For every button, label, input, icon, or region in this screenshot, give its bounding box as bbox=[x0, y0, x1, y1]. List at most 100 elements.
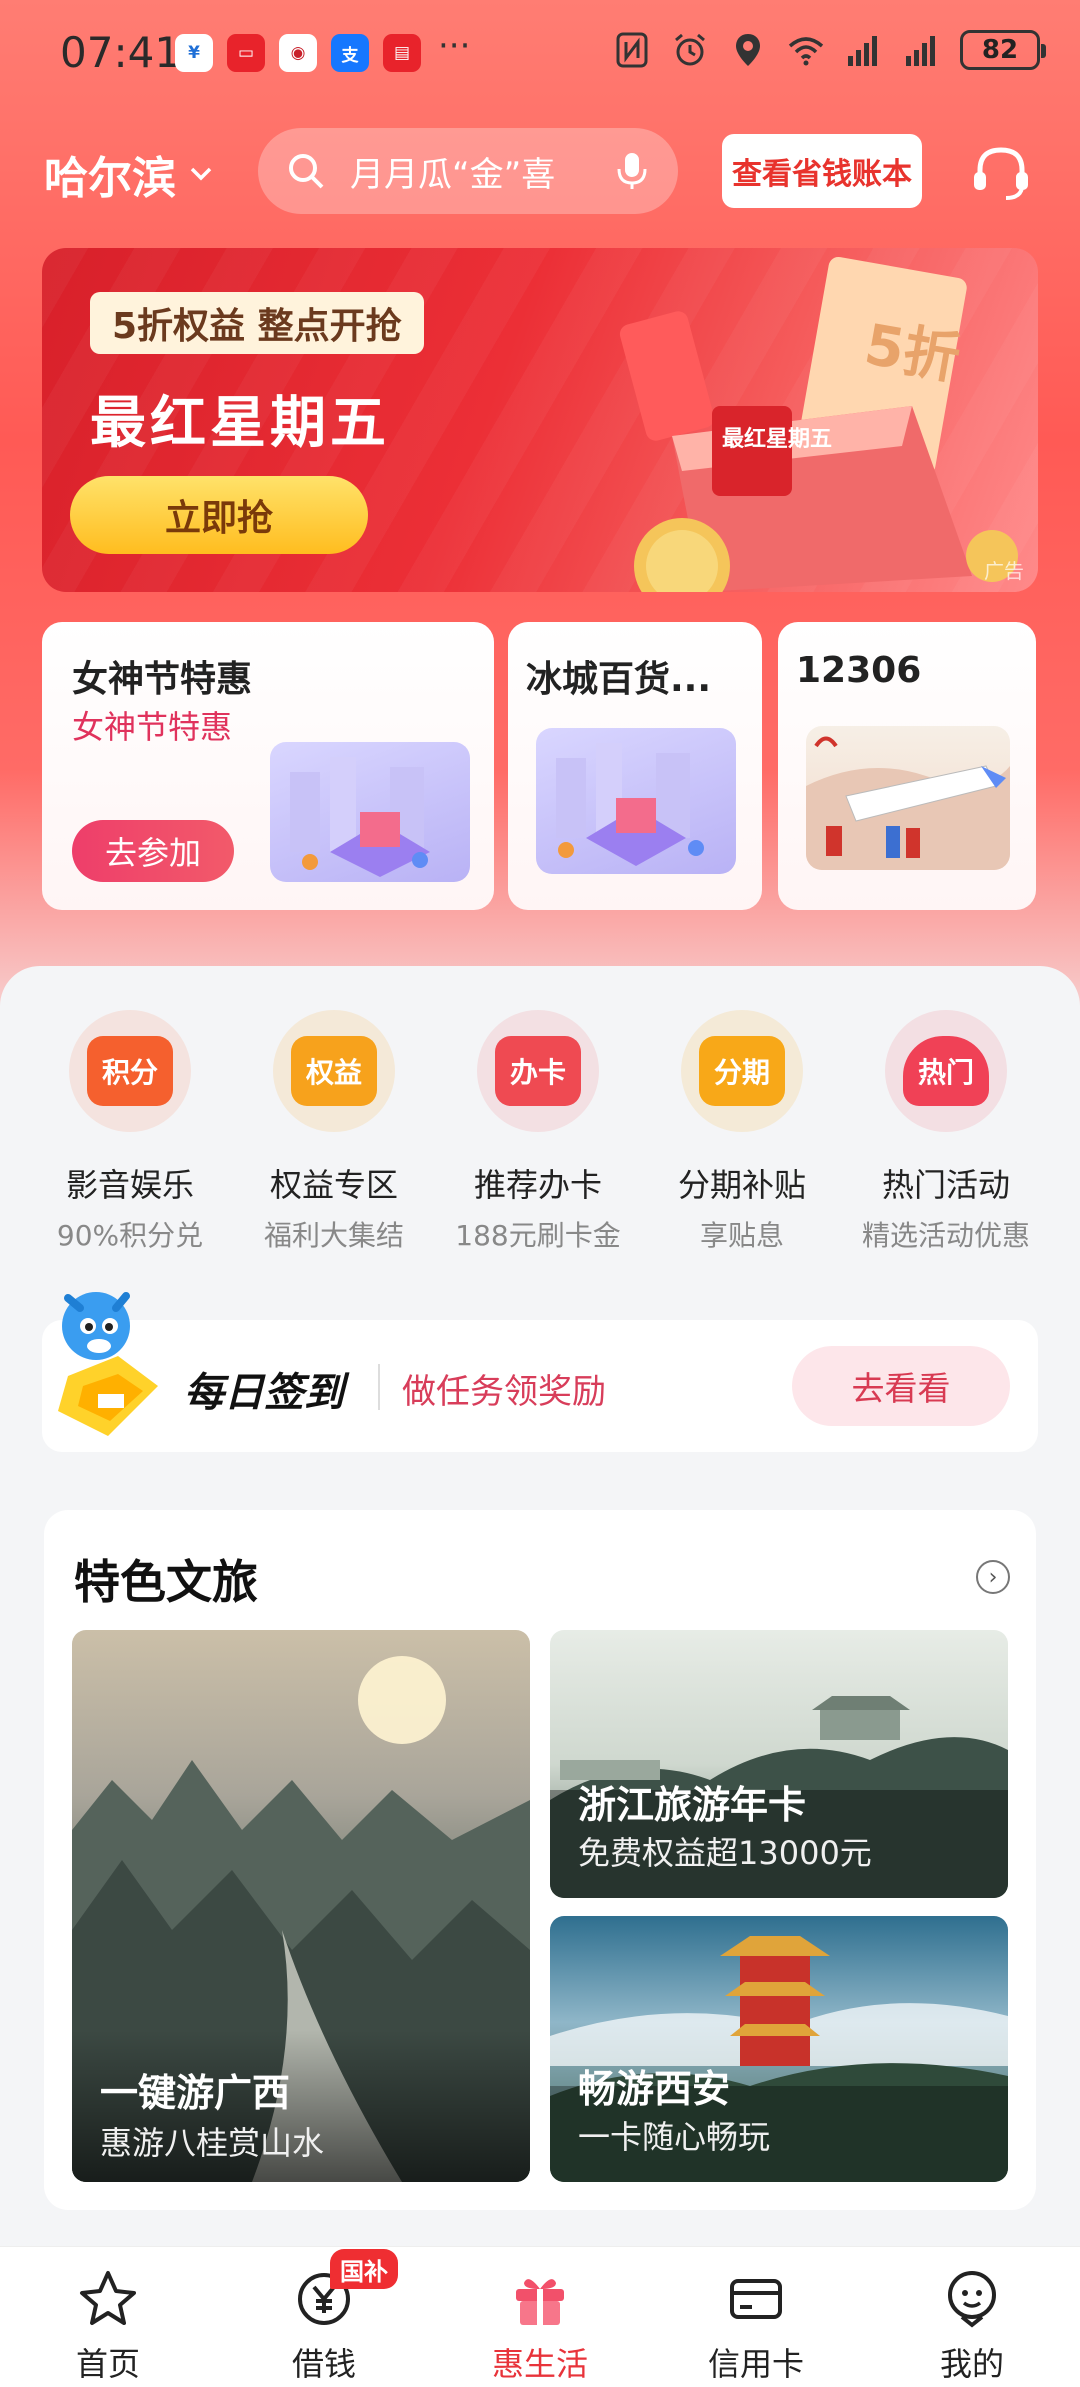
nfc-icon bbox=[616, 32, 648, 68]
chevron-down-icon bbox=[190, 167, 212, 181]
card-subtitle: 免费权益超13000元 bbox=[578, 1834, 872, 1872]
service-installment[interactable]: 分期 分期补贴 享贴息 bbox=[640, 1010, 844, 1260]
divider bbox=[378, 1364, 380, 1410]
tab-label: 借钱 bbox=[291, 2345, 356, 2383]
card-subtitle: 一卡随心畅玩 bbox=[578, 2118, 771, 2156]
shopping-city-illustration bbox=[536, 728, 736, 874]
status-time: 07:41 bbox=[60, 28, 182, 77]
service-sub: 188元刷卡金 bbox=[455, 1219, 621, 1252]
promo-card-goddess[interactable]: 女神节特惠 女神节特惠 去参加 bbox=[42, 622, 494, 910]
service-hot-events[interactable]: 热门 热门活动 精选活动优惠 bbox=[844, 1010, 1048, 1260]
checkin-description: 做任务领奖励 bbox=[402, 1372, 606, 1412]
notif-app-icon: ▭ bbox=[227, 34, 265, 72]
tab-borrow[interactable]: 国补 借钱 bbox=[216, 2247, 432, 2387]
alarm-icon bbox=[675, 33, 705, 66]
card-title: 浙江旅游年卡 bbox=[578, 1783, 807, 1827]
service-sub: 福利大集结 bbox=[263, 1219, 404, 1252]
promo-subtitle: 女神节特惠 bbox=[72, 708, 233, 746]
credit-card-icon bbox=[730, 2279, 782, 2319]
service-sub: 90%积分兑 bbox=[56, 1219, 204, 1252]
signal-icon bbox=[906, 36, 935, 66]
benefits-icon: 权益 bbox=[273, 1010, 395, 1132]
service-label: 分期补贴 bbox=[677, 1166, 806, 1204]
promo-title: 女神节特惠 bbox=[72, 659, 253, 700]
customer-service-icon[interactable] bbox=[966, 138, 1036, 208]
join-button[interactable]: 去参加 bbox=[72, 820, 234, 882]
travel-card-zhejiang[interactable]: 浙江旅游年卡 免费权益超13000元 bbox=[550, 1630, 1008, 1898]
featured-travel-section: 特色文旅 › 一键游广西 惠游八桂赏山水 浙江旅游年卡 免费权益超13000元 bbox=[44, 1510, 1036, 2210]
status-bar: 07:41 ¥ ▭ ◉ 支 ▤ ··· 82 bbox=[0, 0, 1080, 110]
tab-label: 惠生活 bbox=[491, 2345, 588, 2383]
service-label: 推荐办卡 bbox=[473, 1166, 602, 1204]
wifi-icon bbox=[788, 37, 824, 66]
tab-credit-card[interactable]: 信用卡 bbox=[648, 2247, 864, 2387]
checkin-title: 每日签到 bbox=[184, 1370, 344, 1416]
tab-home[interactable]: 首页 bbox=[0, 2247, 216, 2387]
service-card-apply[interactable]: 办卡 推荐办卡 188元刷卡金 bbox=[436, 1010, 640, 1260]
section-title: 特色文旅 bbox=[74, 1555, 258, 1609]
shopping-city-illustration bbox=[270, 742, 470, 882]
services-grid: 积分 影音娱乐 90%积分兑 权益 权益专区 福利大集结 办卡 推荐办卡 188… bbox=[0, 1010, 1080, 1260]
system-icons: 82 bbox=[612, 30, 1046, 70]
national-subsidy-badge: 国补 bbox=[330, 2249, 398, 2289]
chevron-right-icon[interactable]: › bbox=[976, 1560, 1010, 1594]
battery-indicator: 82 bbox=[960, 30, 1046, 70]
travel-card-guangxi[interactable]: 一键游广西 惠游八桂赏山水 bbox=[72, 1630, 530, 2182]
tab-mine[interactable]: 我的 bbox=[864, 2247, 1080, 2387]
notification-icons: ¥ ▭ ◉ 支 ▤ bbox=[175, 34, 421, 72]
savings-ledger-button[interactable]: 查看省钱账本 bbox=[722, 134, 922, 208]
search-bar[interactable]: 月月瓜“金”喜 bbox=[258, 128, 678, 214]
notif-bank-icon: ◉ bbox=[279, 34, 317, 72]
promo-banner[interactable]: 5折 最红星期五 5折权益 整点开抢 最红星期五 立即抢 广告 bbox=[42, 248, 1038, 592]
service-entertainment[interactable]: 积分 影音娱乐 90%积分兑 bbox=[28, 1010, 232, 1260]
tab-label: 我的 bbox=[939, 2345, 1004, 2383]
notif-app-icon: ¥ bbox=[175, 34, 213, 72]
service-label: 热门活动 bbox=[881, 1166, 1010, 1204]
notif-app-icon: ▤ bbox=[383, 34, 421, 72]
service-label: 影音娱乐 bbox=[65, 1166, 194, 1204]
tab-label: 信用卡 bbox=[707, 2345, 804, 2383]
tab-label: 首页 bbox=[75, 2345, 140, 2383]
service-sub: 享贴息 bbox=[699, 1219, 784, 1252]
points-icon: 积分 bbox=[69, 1010, 191, 1132]
signal-icon bbox=[848, 36, 877, 66]
grab-now-button[interactable]: 立即抢 bbox=[70, 476, 368, 554]
gift-icon bbox=[516, 2279, 564, 2325]
mascot-icon bbox=[58, 1292, 158, 1436]
train-illustration bbox=[806, 726, 1010, 870]
card-title: 畅游西安 bbox=[578, 2067, 731, 2111]
card-subtitle: 惠游八桂赏山水 bbox=[100, 2124, 325, 2162]
city-name: 哈尔滨 bbox=[44, 153, 176, 204]
daily-checkin-card[interactable]: 每日签到 做任务领奖励 去看看 bbox=[42, 1320, 1038, 1452]
travel-card-xian[interactable]: 畅游西安 一卡随心畅玩 bbox=[550, 1916, 1008, 2182]
hot-flame-icon: 热门 bbox=[885, 1010, 1007, 1132]
more-notifications: ··· bbox=[438, 26, 471, 66]
top-header: 哈尔滨 月月瓜“金”喜 查看省钱账本 bbox=[0, 128, 1080, 218]
service-label: 权益专区 bbox=[269, 1166, 398, 1204]
notif-alipay-icon: 支 bbox=[331, 34, 369, 72]
tab-life[interactable]: 惠生活 bbox=[432, 2247, 648, 2387]
card-apply-icon: 办卡 bbox=[477, 1010, 599, 1132]
banner-tag: 5折权益 整点开抢 bbox=[90, 292, 424, 354]
service-sub: 精选活动优惠 bbox=[861, 1219, 1030, 1252]
banner-title: 最红星期五 bbox=[90, 391, 390, 456]
search-icon bbox=[289, 154, 324, 189]
search-placeholder: 月月瓜“金”喜 bbox=[350, 154, 556, 195]
promo-card-department-store[interactable]: 冰城百货... bbox=[508, 622, 762, 910]
promo-title: 冰城百货... bbox=[526, 659, 712, 700]
promo-title: 12306 bbox=[796, 650, 922, 691]
service-benefits[interactable]: 权益 权益专区 福利大集结 bbox=[232, 1010, 436, 1260]
go-look-button[interactable]: 去看看 bbox=[792, 1346, 1010, 1426]
bottom-tab-bar: 首页 国补 借钱 惠生活 信用卡 我的 bbox=[0, 2246, 1080, 2387]
card-title: 一键游广西 bbox=[100, 2071, 291, 2115]
installment-icon: 分期 bbox=[681, 1010, 803, 1132]
box-label-text: 最红星期五 bbox=[722, 426, 832, 452]
gift-box-illustration: 5折 最红星期五 bbox=[619, 256, 1018, 592]
user-face-icon bbox=[948, 2271, 996, 2328]
microphone-icon[interactable] bbox=[612, 149, 652, 193]
ad-label: 广告 bbox=[984, 559, 1024, 583]
location-icon bbox=[736, 34, 760, 66]
star-icon bbox=[80, 2271, 136, 2325]
city-selector[interactable]: 哈尔滨 bbox=[44, 142, 216, 206]
promo-card-12306[interactable]: 12306 bbox=[778, 622, 1036, 910]
